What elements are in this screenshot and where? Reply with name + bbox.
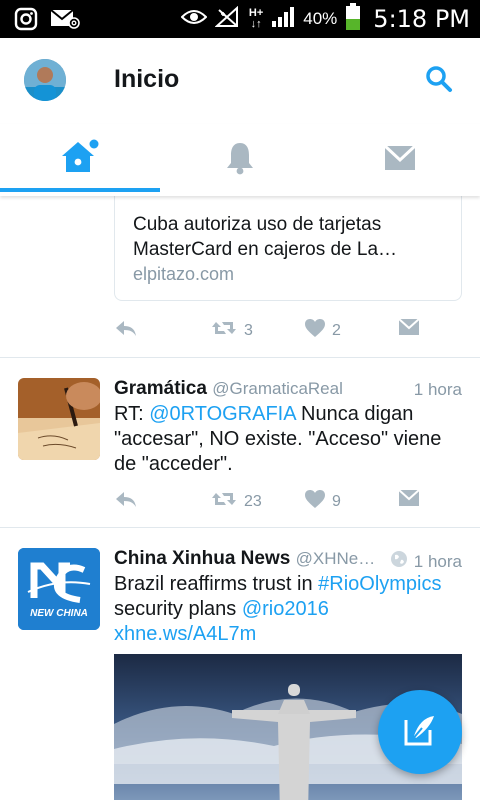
card-domain: elpitazo.com <box>133 264 235 284</box>
heart-icon <box>304 318 326 343</box>
signal-icon <box>271 6 295 33</box>
author-name: China Xinhua News <box>114 548 291 569</box>
tweet-author[interactable]: Gramática @GramaticaReal <box>114 378 343 400</box>
like-button[interactable]: 2 <box>304 318 341 343</box>
tab-messages[interactable] <box>320 124 480 196</box>
mention-link[interactable]: @0RTOGRAFIA <box>149 403 295 425</box>
direct-message-button[interactable] <box>398 318 420 341</box>
app-header: Inicio <box>0 38 480 124</box>
tweet-divider <box>0 527 480 528</box>
tab-notifications[interactable] <box>160 124 320 196</box>
tweet-actions: 23 9 <box>114 489 434 515</box>
reply-button[interactable] <box>114 489 138 514</box>
mention-link[interactable]: @rio2016 <box>242 598 329 620</box>
battery-icon <box>345 2 361 36</box>
retweet-button[interactable]: 23 <box>210 489 262 514</box>
tweet-actions: 3 2 <box>114 318 434 344</box>
direct-message-button[interactable] <box>398 489 420 512</box>
author-name: Gramática <box>114 378 207 399</box>
envelope-icon <box>383 144 417 177</box>
retweet-button[interactable]: 3 <box>210 318 253 343</box>
hashtag-link[interactable]: #RioOlympics <box>318 573 441 595</box>
avatar[interactable]: NEW CHINA <box>18 548 100 630</box>
bell-icon <box>224 141 256 180</box>
retweet-count: 23 <box>244 492 262 510</box>
clock: 5:18 PM <box>373 5 470 33</box>
tweet-timestamp: 1 hora <box>413 380 462 399</box>
page-title: Inicio <box>114 65 180 93</box>
reply-icon <box>114 489 138 514</box>
status-bar: H+ ↓↑ 40% 5:18 PM <box>0 0 480 38</box>
active-tab-indicator <box>0 188 160 192</box>
retweet-count: 3 <box>244 321 253 339</box>
battery-percent: 40% <box>303 9 338 28</box>
network-arrows-icon: H+ ↓↑ <box>248 7 264 30</box>
heart-icon <box>304 489 326 514</box>
eye-icon <box>180 8 208 31</box>
like-count: 9 <box>332 492 341 510</box>
tweet-text: RT: @0RTOGRAFIA Nunca digan "accesar", N… <box>114 403 442 475</box>
tab-home[interactable] <box>0 124 160 196</box>
like-count: 2 <box>332 321 341 339</box>
tweet-text: Brazil reaffirms trust in #RioOlympics s… <box>114 573 442 645</box>
compose-tweet-button[interactable] <box>378 690 462 774</box>
retweet-icon <box>210 318 238 343</box>
envelope-icon <box>398 489 420 512</box>
like-button[interactable]: 9 <box>304 489 341 514</box>
author-handle: @GramaticaReal <box>212 379 343 398</box>
reply-button[interactable] <box>114 318 138 343</box>
link-card[interactable]: Cuba autoriza uso de tarjetas MasterCard… <box>114 196 462 301</box>
card-title: Cuba autoriza uso de tarjetas MasterCard… <box>133 214 398 260</box>
envelope-icon <box>398 318 420 341</box>
globe-icon <box>390 550 408 573</box>
compose-tweet-icon <box>402 712 438 753</box>
home-icon <box>58 138 102 183</box>
avatar-label: NEW CHINA <box>30 608 88 619</box>
reply-icon <box>114 318 138 343</box>
retweet-icon <box>210 489 238 514</box>
search-button[interactable] <box>424 64 454 94</box>
author-handle: @XHNe… <box>295 549 376 568</box>
search-icon <box>424 66 454 98</box>
tweet-divider <box>0 357 480 358</box>
url-link[interactable]: xhne.ws/A4L7m <box>114 623 256 645</box>
tweet-author[interactable]: China Xinhua News @XHNe… <box>114 548 375 570</box>
no-signal-icon <box>214 5 241 33</box>
avatar[interactable] <box>18 378 100 460</box>
mail-icon <box>50 8 80 35</box>
tweet-timestamp: 1 hora <box>390 550 462 573</box>
profile-avatar[interactable] <box>24 59 66 101</box>
instagram-icon <box>14 7 38 36</box>
tab-bar <box>0 124 480 196</box>
